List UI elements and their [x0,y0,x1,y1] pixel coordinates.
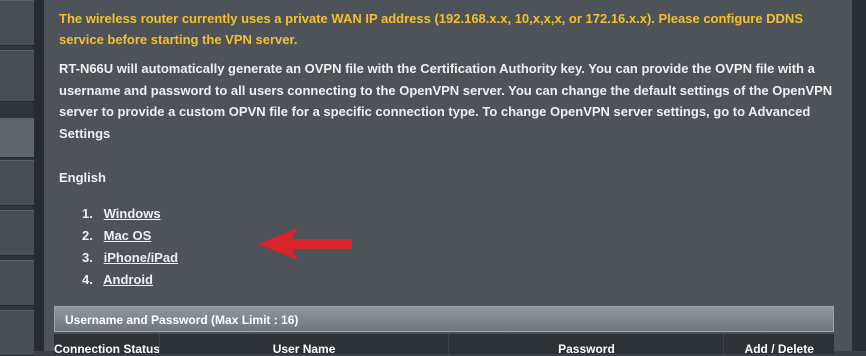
list-number: 1. [82,206,93,221]
sidebar-tab[interactable] [0,160,34,206]
sidebar-tab[interactable] [0,310,34,356]
sidebar-tab[interactable] [0,50,34,102]
sidebar-divider [34,0,44,351]
list-number: 4. [82,272,93,287]
sidebar-tab[interactable] [0,260,34,306]
sidebar-tab[interactable] [0,210,34,256]
column-header-user-name: User Name [160,334,450,354]
column-header-connection-status: Connection Status [54,334,160,354]
platform-link-list: 1. Windows 2. Mac OS 3. iPhone/iPad 4. A… [82,204,178,292]
users-table-title: Username and Password (Max Limit : 16) [54,306,834,332]
iphone-ipad-link[interactable]: iPhone/iPad [104,250,178,265]
list-item: 2. Mac OS [82,226,178,248]
android-link[interactable]: Android [103,272,153,287]
list-item: 4. Android [82,270,178,292]
sidebar-tab[interactable] [0,0,34,46]
mac-os-link[interactable]: Mac OS [104,228,152,243]
list-item: 1. Windows [82,204,178,226]
ddns-warning-text: The wireless router currently uses a pri… [59,11,803,47]
users-table-column-headers: Connection Status User Name Password Add… [54,334,834,354]
ovpn-description-text: RT-N66U will automatically generate an O… [59,61,833,141]
vpn-content-panel: The wireless router currently uses a pri… [44,0,852,354]
language-heading: English [59,170,106,185]
list-number: 3. [82,250,93,265]
sidebar-tab-active[interactable] [0,118,34,158]
list-item: 3. iPhone/iPad [82,248,178,270]
red-arrow-icon [258,228,352,260]
column-header-add-delete: Add / Delete [744,342,814,354]
column-header-password: Password [449,334,725,354]
right-scroll-edge [852,0,866,351]
list-number: 2. [82,228,93,243]
sidebar [0,0,34,356]
windows-link[interactable]: Windows [104,206,161,221]
